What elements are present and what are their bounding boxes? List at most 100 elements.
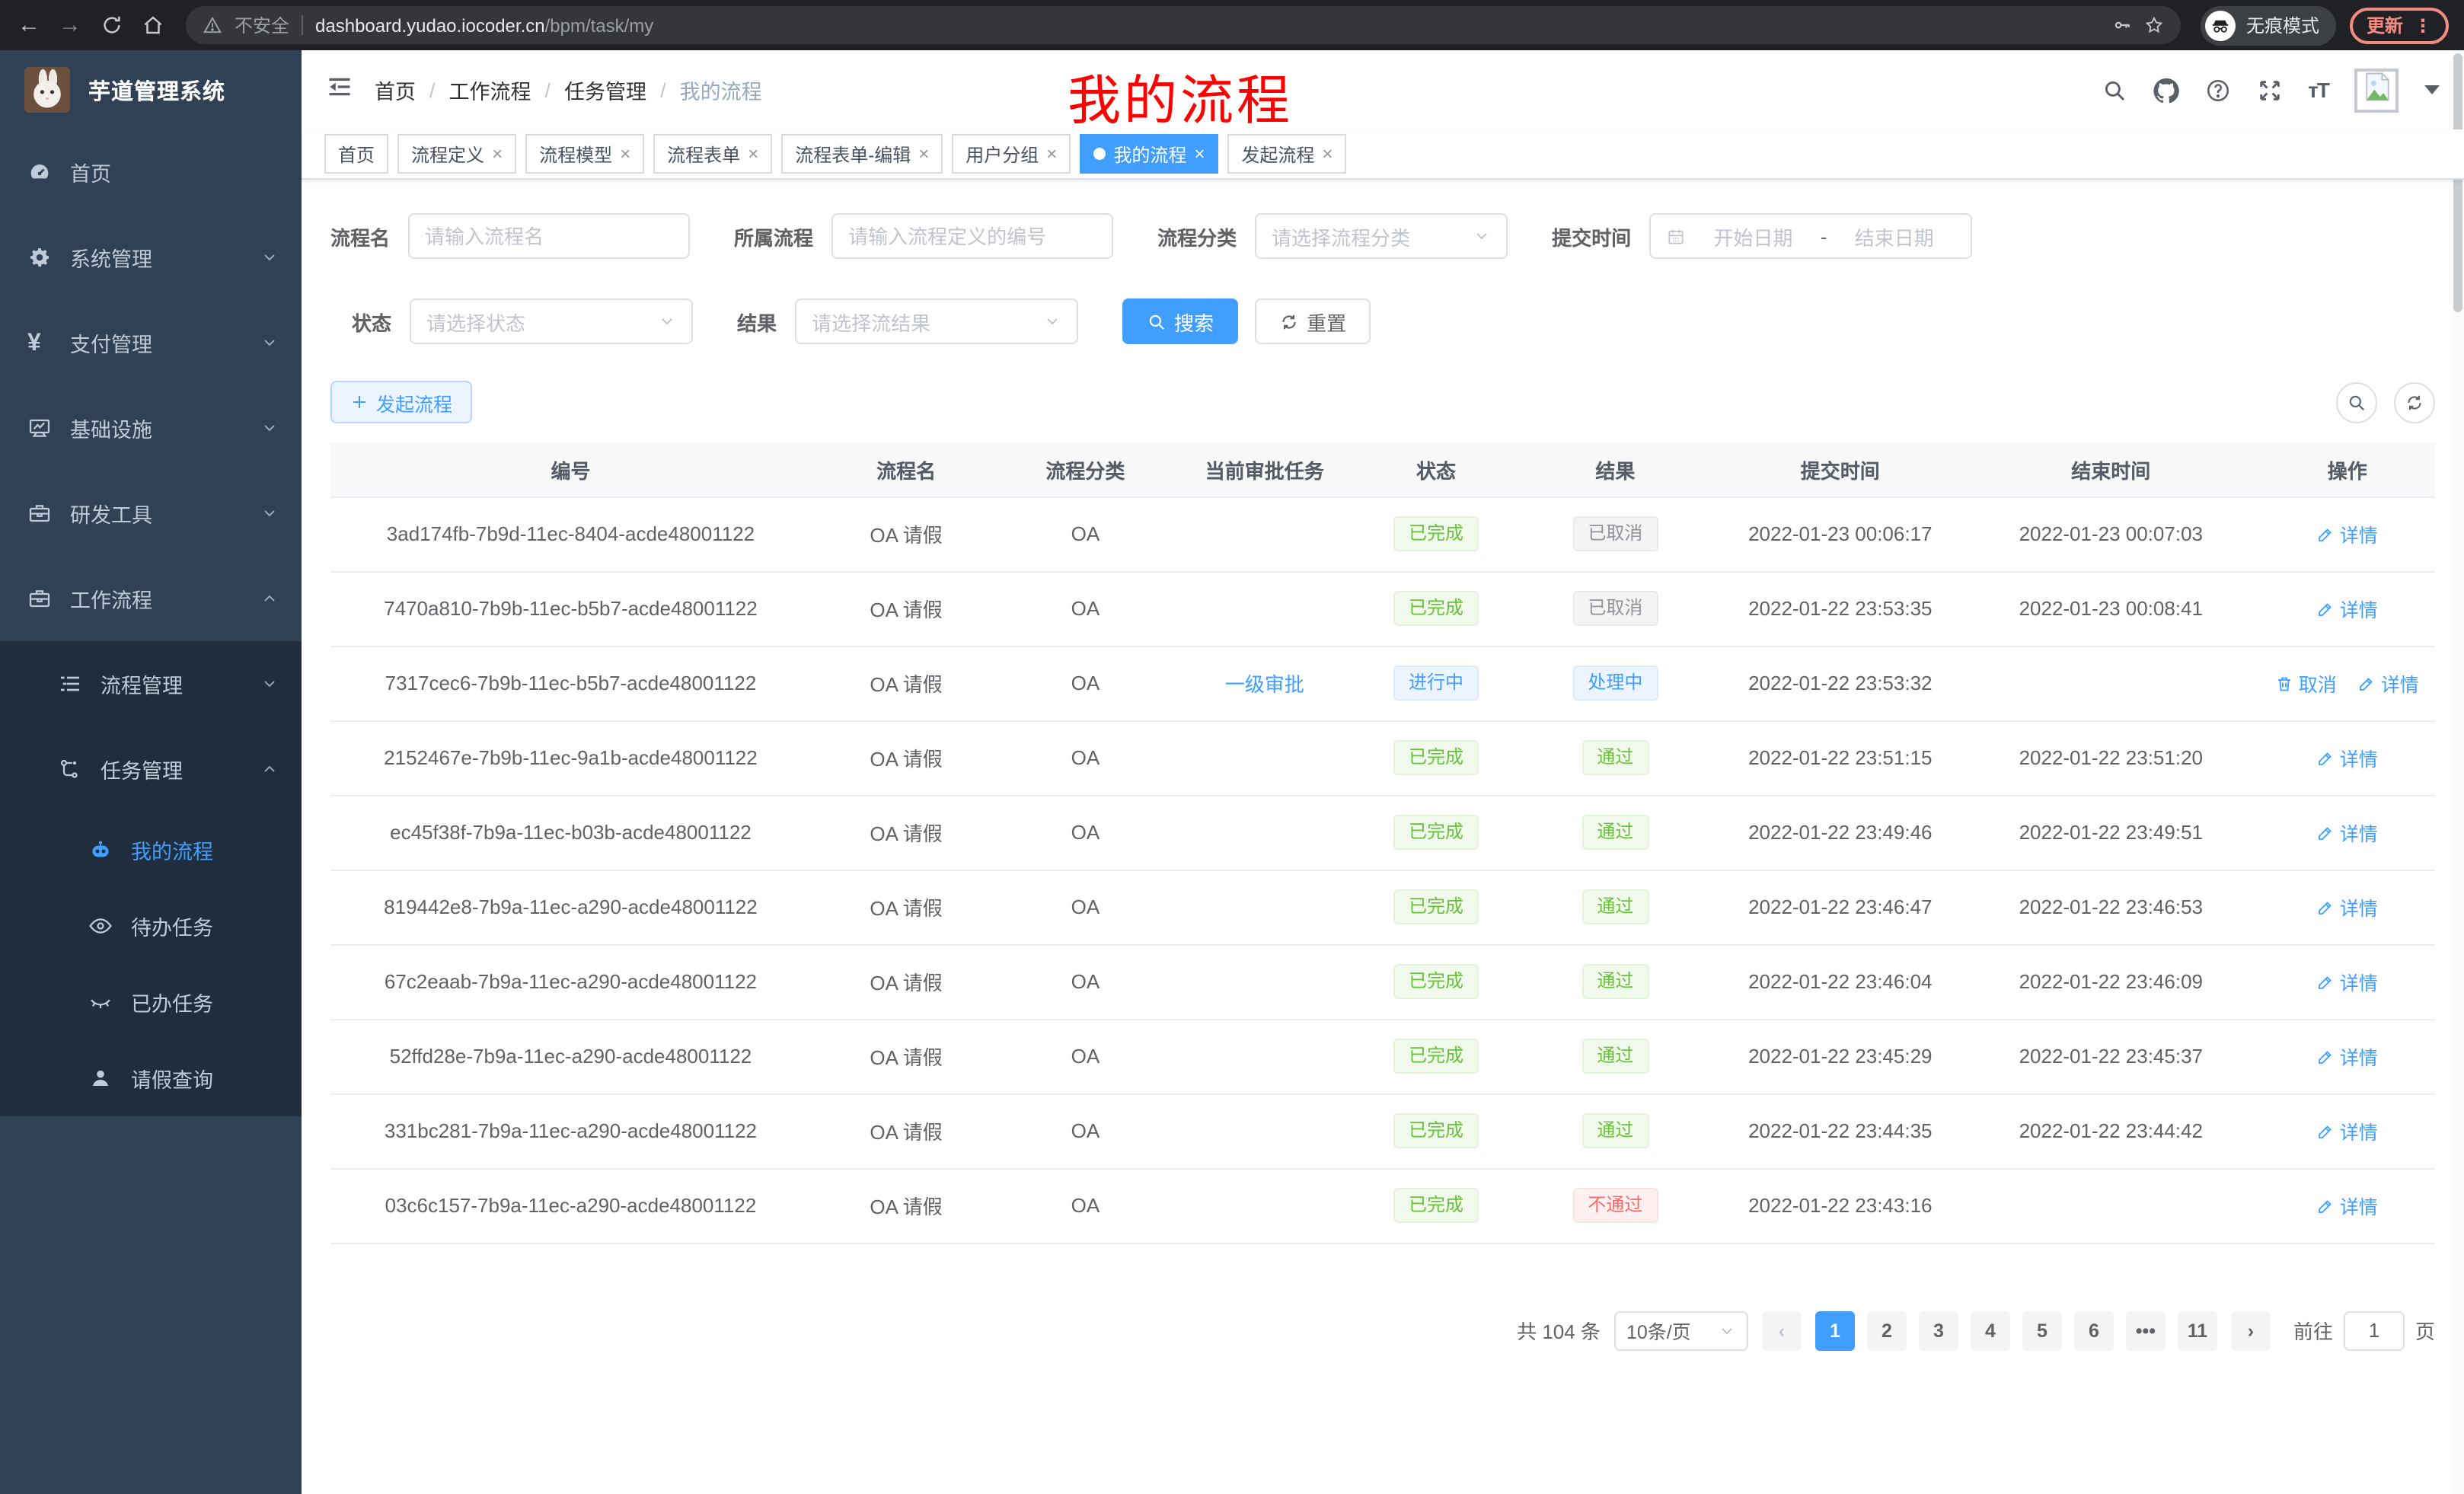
close-icon[interactable]: × [1194,145,1205,163]
help-icon[interactable] [2204,77,2230,103]
create-process-button[interactable]: 发起流程 [330,381,472,423]
tab-process-model[interactable]: 流程模型 × [525,134,644,174]
kebab-menu-icon[interactable]: ⋮ [2414,14,2432,36]
close-icon[interactable]: × [492,145,503,163]
next-page-button[interactable]: › [2231,1310,2271,1350]
tab-my-process[interactable]: 我的流程× [1080,134,1218,174]
breadcrumb-workflow[interactable]: 工作流程 [449,75,531,105]
detail-action-link[interactable]: 详情 [2317,967,2378,996]
github-icon[interactable] [2153,77,2178,103]
scrollbar-thumb[interactable] [2453,53,2462,312]
close-icon[interactable]: × [620,145,630,163]
sidebar-item-home[interactable]: 首页 [0,129,302,215]
sidebar-item-leave-query[interactable]: 请假查询 [0,1040,302,1116]
process-name-input[interactable] [408,213,690,259]
detail-action-link[interactable]: 详情 [2317,1116,2378,1145]
reset-button-label: 重置 [1307,307,1346,336]
tab-process-definition[interactable]: 流程定义× [397,134,516,174]
category-select[interactable]: 请选择流程分类 [1255,213,1508,259]
close-icon[interactable]: × [748,145,758,163]
detail-action-link[interactable]: 详情 [2317,892,2378,921]
sidebar-item-devtools[interactable]: 研发工具 [0,471,302,556]
reload-icon[interactable] [97,14,125,37]
page-button-11[interactable]: 11 [2178,1310,2217,1350]
key-icon[interactable] [2112,15,2132,35]
parent-process-input[interactable] [831,213,1113,259]
cell-actions: 详情 [2260,870,2435,944]
page-button-1[interactable]: 1 [1815,1310,1855,1350]
breadcrumb-task-mgmt[interactable]: 任务管理 [564,75,646,105]
sidebar-item-infra[interactable]: 基础设施 [0,385,302,471]
tab-label: 流程模型 [539,141,612,167]
tab-user-group[interactable]: 用户分组× [952,134,1071,174]
star-icon[interactable] [2144,15,2164,35]
sidebar-item-done-tasks[interactable]: 已办任务 [0,964,302,1040]
close-icon[interactable]: × [1322,145,1333,163]
update-button[interactable]: 更新 ⋮ [2350,7,2449,43]
sidebar-item-task-mgmt[interactable]: 任务管理 [0,726,302,812]
page-ellipsis[interactable]: ••• [2126,1310,2166,1350]
sidebar-item-process-mgmt[interactable]: 流程管理 [0,641,302,726]
fullscreen-icon[interactable] [2256,77,2282,103]
detail-action-link[interactable]: 详情 [2317,594,2378,623]
prev-page-button[interactable]: ‹ [1762,1310,1802,1350]
hamburger-icon[interactable] [326,72,353,107]
avatar[interactable] [2354,68,2399,112]
start-date-placeholder[interactable]: 开始日期 [1692,222,1814,251]
home-icon[interactable] [139,14,166,37]
forward-icon[interactable]: → [56,14,84,37]
cell-result: 已取消 [1512,496,1718,571]
page-button-5[interactable]: 5 [2022,1310,2062,1350]
sidebar-logo[interactable]: 芋道管理系统 [0,50,302,129]
result-badge: 已取消 [1572,516,1658,551]
cell-actions: 详情 [2260,1093,2435,1168]
result-select[interactable]: 请选择流结果 [795,298,1078,344]
reset-button[interactable]: 重置 [1255,298,1371,344]
status-select[interactable]: 请选择状态 [410,298,693,344]
end-date-placeholder[interactable]: 结束日期 [1833,222,1955,251]
security-label[interactable]: 不安全 [235,12,289,38]
goto-page-suffix: 页 [2415,1316,2435,1345]
sidebar-item-payment[interactable]: ¥支付管理 [0,300,302,385]
tab-process-form[interactable]: 流程表单× [653,134,772,174]
action-label: 详情 [2340,743,2378,772]
url-text[interactable]: dashboard.yudao.iocoder.cn/bpm/task/my [315,14,653,36]
detail-action-link[interactable]: 详情 [2317,1042,2378,1071]
page-button-4[interactable]: 4 [1971,1310,2010,1350]
close-icon[interactable]: × [1046,145,1057,163]
page-button-3[interactable]: 3 [1919,1310,1958,1350]
sidebar-item-system[interactable]: 系统管理 [0,215,302,300]
toggle-search-button[interactable] [2336,381,2377,423]
search-button[interactable]: 搜索 [1122,298,1238,344]
tab-process-form-edit[interactable]: 流程表单-编辑× [781,134,943,174]
sidebar-item-workflow[interactable]: 工作流程 [0,556,302,641]
tab-home[interactable]: 首页 [324,134,388,174]
date-range-picker[interactable]: 开始日期 - 结束日期 [1649,213,1972,259]
refresh-table-button[interactable] [2394,381,2435,423]
address-bar[interactable]: 不安全 dashboard.yudao.iocoder.cn/bpm/task/… [186,6,2181,44]
goto-page-input[interactable] [2344,1310,2405,1350]
sidebar-item-my-process[interactable]: 我的流程 [0,812,302,888]
tab-start-process[interactable]: 发起流程× [1227,134,1346,174]
cancel-action-link[interactable]: 取消 [2276,669,2337,698]
sidebar: 芋道管理系统 首页系统管理¥支付管理基础设施研发工具工作流程流程管理任务管理我的… [0,50,302,1494]
detail-action-link[interactable]: 详情 [2358,669,2419,698]
page-size-select[interactable]: 10条/页 [1614,1310,1748,1350]
detail-action-link[interactable]: 详情 [2317,818,2378,847]
close-icon[interactable]: × [918,145,929,163]
detail-action-link[interactable]: 详情 [2317,519,2378,548]
approval-task-link[interactable]: 一级审批 [1225,673,1304,696]
detail-action-link[interactable]: 详情 [2317,743,2378,772]
page-button-6[interactable]: 6 [2074,1310,2114,1350]
font-size-icon[interactable]: тT [2308,78,2328,102]
search-icon[interactable] [2101,77,2127,103]
back-icon[interactable]: ← [15,14,43,37]
sidebar-item-todo-tasks[interactable]: 待办任务 [0,888,302,964]
scrollbar[interactable] [2452,50,2464,1494]
cell-current-task [1170,571,1360,646]
breadcrumb-home[interactable]: 首页 [375,75,416,105]
page-button-2[interactable]: 2 [1867,1310,1907,1350]
detail-action-link[interactable]: 详情 [2317,1191,2378,1220]
chevron-down-icon[interactable] [2424,85,2440,94]
cell-actions: 详情 [2260,496,2435,571]
